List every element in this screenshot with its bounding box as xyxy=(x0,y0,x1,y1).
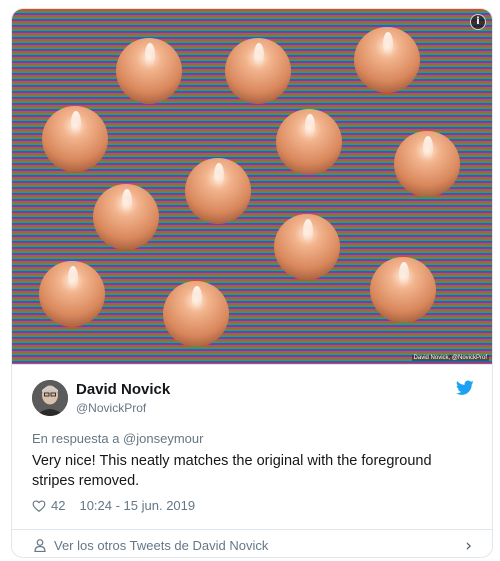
stripe xyxy=(12,11,492,13)
stripe xyxy=(12,229,492,231)
more-tweets-footer[interactable]: Ver los otros Tweets de David Novick › xyxy=(12,529,492,557)
chevron-right-icon[interactable]: › xyxy=(465,536,472,556)
heart-icon[interactable] xyxy=(32,499,46,513)
more-tweets-link[interactable]: Ver los otros Tweets de David Novick xyxy=(54,538,268,553)
sphere xyxy=(93,184,159,250)
stripe xyxy=(12,219,492,221)
stripe xyxy=(12,35,492,37)
avatar-portrait-icon xyxy=(32,380,68,416)
stripe xyxy=(12,243,492,245)
sphere xyxy=(370,257,436,323)
person-icon xyxy=(34,539,46,552)
sphere xyxy=(116,38,182,104)
stripe xyxy=(12,339,492,341)
twitter-bird-icon[interactable] xyxy=(456,380,474,396)
stripe xyxy=(12,337,492,339)
stripe xyxy=(12,251,492,253)
stripe xyxy=(12,237,492,239)
stripe xyxy=(12,255,492,257)
stripe xyxy=(12,217,492,219)
tweet-body: David Novick @NovickProf En respuesta a … xyxy=(12,364,492,557)
stripe xyxy=(12,239,492,241)
stripe xyxy=(12,253,492,255)
stripe xyxy=(12,259,492,261)
stripe xyxy=(12,345,492,347)
stripe xyxy=(12,245,492,247)
reply-context[interactable]: En respuesta a @jonseymour xyxy=(32,431,203,446)
sphere xyxy=(225,38,291,104)
stripe xyxy=(12,333,492,335)
sphere xyxy=(276,109,342,175)
stripe xyxy=(12,199,492,201)
stripe xyxy=(12,257,492,259)
stripe xyxy=(12,351,492,353)
stripe xyxy=(12,31,492,33)
stripe xyxy=(12,335,492,337)
stripe xyxy=(12,207,492,209)
stripe xyxy=(12,225,492,227)
stripe xyxy=(12,349,492,351)
stripe xyxy=(12,325,492,327)
sphere xyxy=(274,214,340,280)
stripe xyxy=(12,241,492,243)
stripe xyxy=(12,347,492,349)
sphere xyxy=(42,106,108,172)
stripe xyxy=(12,233,492,235)
avatar[interactable] xyxy=(32,380,68,416)
sphere xyxy=(354,27,420,93)
embedded-tweet-card: i David Novick, @NovickProf David Novick… xyxy=(11,8,493,558)
stripe xyxy=(12,341,492,343)
tweet-image[interactable]: i David Novick, @NovickProf xyxy=(12,9,492,364)
color-illusion-image xyxy=(12,9,492,364)
stripe xyxy=(12,223,492,225)
stripe xyxy=(12,227,492,229)
tweet-text: Very nice! This neatly matches the origi… xyxy=(32,453,432,489)
author-name[interactable]: David Novick xyxy=(76,381,170,398)
stripe xyxy=(12,105,492,107)
sphere xyxy=(39,261,105,327)
like-count: 42 xyxy=(51,498,66,513)
author-handle[interactable]: @NovickProf xyxy=(76,401,146,415)
stripe xyxy=(12,201,492,203)
stripe xyxy=(12,327,492,329)
stripe xyxy=(12,213,492,215)
stripe xyxy=(12,331,492,333)
sphere xyxy=(394,131,460,197)
stripe xyxy=(12,9,492,11)
stripe xyxy=(12,19,492,21)
tweet-meta: 42 10:24 - 15 jun. 2019 xyxy=(32,498,195,513)
sphere xyxy=(185,158,251,224)
stripe xyxy=(12,361,492,363)
stripe xyxy=(12,13,492,15)
stripe xyxy=(12,211,492,213)
stripe xyxy=(12,197,492,199)
stripe xyxy=(12,329,492,331)
stripe xyxy=(12,33,492,35)
stripe xyxy=(12,15,492,17)
stripe xyxy=(12,21,492,23)
stripe xyxy=(12,247,492,249)
stripe xyxy=(12,235,492,237)
stripe xyxy=(12,209,492,211)
tweet-timestamp[interactable]: 10:24 - 15 jun. 2019 xyxy=(79,498,195,513)
stripe xyxy=(12,215,492,217)
stripe xyxy=(12,25,492,27)
stripe xyxy=(12,27,492,29)
stripe xyxy=(12,29,492,31)
info-icon[interactable]: i xyxy=(470,14,486,30)
sphere xyxy=(163,281,229,347)
stripe xyxy=(12,205,492,207)
stripe xyxy=(12,203,492,205)
stripe xyxy=(12,23,492,25)
stripe xyxy=(12,231,492,233)
stripe xyxy=(12,221,492,223)
image-credit: David Novick, @NovickProf xyxy=(411,355,489,361)
stripe xyxy=(12,343,492,345)
stripe xyxy=(12,249,492,251)
stripe xyxy=(12,17,492,19)
